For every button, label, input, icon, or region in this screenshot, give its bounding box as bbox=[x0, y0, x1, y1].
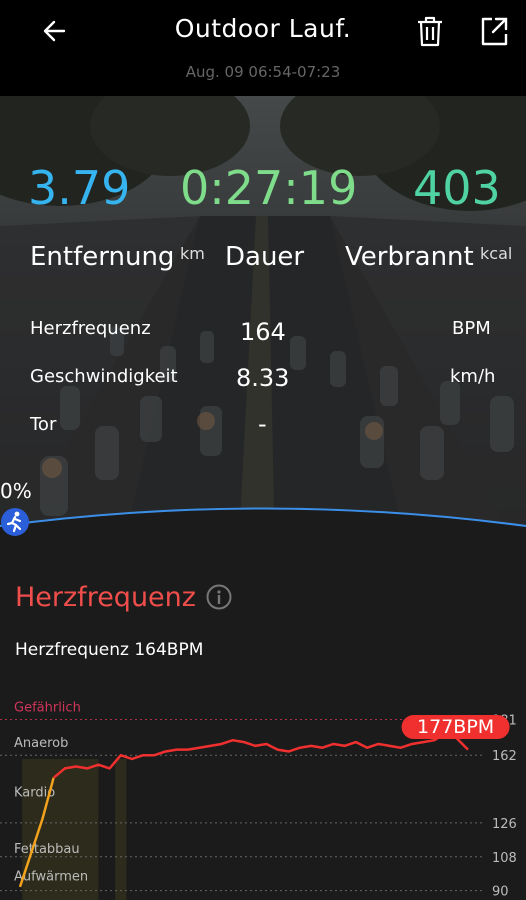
distance-unit: km bbox=[180, 244, 205, 263]
speed-unit: km/h bbox=[450, 366, 496, 387]
y-tick-label: 108 bbox=[492, 851, 517, 866]
time-range: Aug. 09 06:54-07:23 bbox=[185, 63, 341, 81]
goal-label: Tor bbox=[30, 414, 57, 435]
trash-icon[interactable] bbox=[414, 14, 446, 48]
heart-rate-unit: BPM bbox=[452, 318, 491, 339]
warmup-band bbox=[115, 759, 127, 900]
zone-label: Fettabbau bbox=[14, 842, 80, 857]
distance-value: 3.79 bbox=[28, 161, 131, 215]
heart-rate-section-title: Herzfrequenz bbox=[15, 582, 196, 613]
zone-label: Anaerob bbox=[14, 736, 68, 751]
share-icon[interactable] bbox=[478, 14, 510, 48]
y-tick-label: 90 bbox=[492, 885, 509, 900]
y-tick-label: 126 bbox=[492, 817, 517, 832]
heart-rate-chart: 18116212610890GefährlichAnaerobKardioFet… bbox=[0, 701, 517, 900]
y-tick-label: 162 bbox=[492, 749, 517, 764]
calories-value: 403 bbox=[413, 161, 501, 215]
duration-value: 0:27:19 bbox=[180, 161, 358, 215]
duration-label: Dauer bbox=[225, 242, 305, 272]
calories-unit: kcal bbox=[480, 244, 513, 263]
max-heart-rate-label: 177BPM bbox=[417, 716, 494, 738]
speed-value: 8.33 bbox=[236, 364, 290, 392]
distance-label: Entfernung bbox=[30, 242, 175, 272]
page-title: Outdoor Lauf. bbox=[174, 14, 352, 43]
zone-label: Gefährlich bbox=[14, 701, 81, 716]
top-bar: Outdoor Lauf. Aug. 09 06:54-07:23 bbox=[0, 0, 526, 96]
runner-icon bbox=[1, 508, 29, 536]
info-icon[interactable] bbox=[206, 584, 232, 610]
calories-label: Verbrannt bbox=[345, 242, 474, 272]
goal-progress-percent: 0% bbox=[0, 479, 32, 503]
goal-value: - bbox=[258, 410, 267, 438]
heart-rate-value: 164 bbox=[240, 318, 286, 346]
speed-label: Geschwindigkeit bbox=[30, 366, 178, 387]
heart-rate-label: Herzfrequenz bbox=[30, 318, 151, 339]
heart-rate-summary: Herzfrequenz 164BPM bbox=[15, 640, 204, 660]
